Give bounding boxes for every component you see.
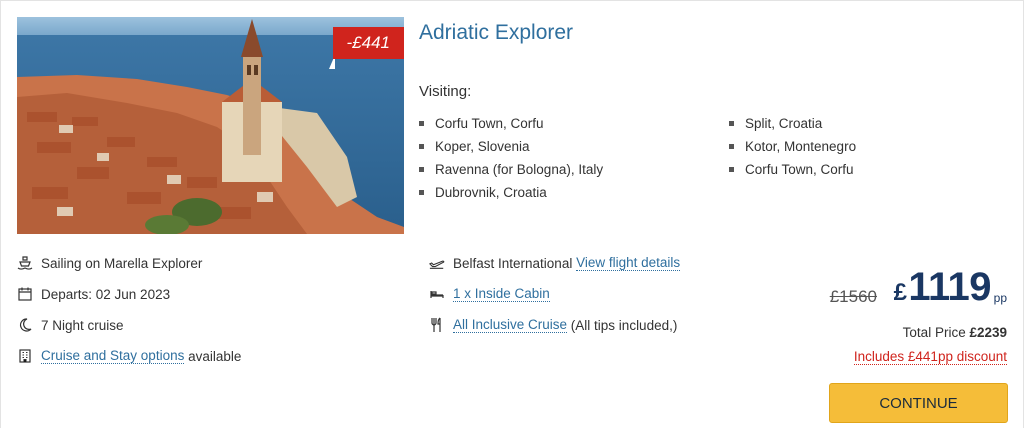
total-value: £2239 [969, 325, 1007, 340]
port-item: Corfu Town, Corfu [729, 161, 979, 178]
ship-name: Sailing on Marella Explorer [41, 255, 203, 271]
total-label: Total Price [902, 325, 970, 340]
duration-row: 7 Night cruise [17, 315, 241, 335]
all-inclusive-link[interactable]: All Inclusive Cruise [453, 317, 568, 333]
port-name: Ravenna (for Bologna), Italy [435, 162, 604, 177]
discount-note-link[interactable]: Includes £441pp discount [853, 349, 1007, 365]
board-row: All Inclusive Cruise (All tips included,… [429, 315, 680, 335]
departure-date: Departs: 02 Jun 2023 [41, 286, 171, 302]
cruise-duration: 7 Night cruise [41, 317, 124, 333]
stay-suffix: available [184, 348, 242, 364]
moon-icon [17, 317, 33, 333]
cabin-link[interactable]: 1 x Inside Cabin [453, 286, 550, 302]
cabin-row: 1 x Inside Cabin [429, 284, 680, 304]
port-name: Kotor, Montenegro [745, 139, 857, 154]
ports-list: Corfu Town, Corfu Split, Croatia Koper, … [419, 115, 979, 201]
bullet-icon [419, 190, 424, 195]
calendar-icon [17, 286, 33, 302]
port-name: Dubrovnik, Croatia [435, 185, 547, 200]
port-name: Split, Croatia [745, 116, 823, 131]
port-item: Kotor, Montenegro [729, 138, 979, 155]
ship-row: Sailing on Marella Explorer [17, 253, 241, 273]
flight-row: Belfast International View flight detail… [429, 253, 681, 273]
port-item: Split, Croatia [729, 115, 979, 132]
departure-airport: Belfast International [453, 255, 573, 271]
port-item: Ravenna (for Bologna), Italy [419, 161, 729, 178]
stay-row: Cruise and Stay options available [17, 346, 241, 366]
bed-icon [429, 286, 445, 302]
continue-button[interactable]: CONTINUE [829, 383, 1008, 423]
port-item: Dubrovnik, Croatia [419, 184, 729, 201]
bullet-icon [729, 144, 734, 149]
port-name: Corfu Town, Corfu [745, 162, 854, 177]
current-price: £1119 [893, 265, 992, 310]
currency-symbol: £ [893, 279, 907, 306]
cruise-photo[interactable]: -£441 [17, 17, 404, 234]
port-name: Corfu Town, Corfu [435, 116, 544, 131]
bullet-icon [419, 144, 424, 149]
bullet-icon [729, 167, 734, 172]
bullet-icon [419, 167, 424, 172]
travel-details: Belfast International View flight detail… [429, 253, 681, 346]
bullet-icon [729, 121, 734, 126]
cruise-title[interactable]: Adriatic Explorer [419, 21, 573, 45]
departs-row: Departs: 02 Jun 2023 [17, 284, 241, 304]
cruise-result-card: -£441 Adriatic Explorer Visiting: Corfu … [0, 0, 1024, 428]
plane-departure-icon [429, 255, 445, 271]
price-amount: 1119 [908, 265, 991, 309]
visiting-label: Visiting: [419, 83, 472, 100]
building-icon [17, 348, 33, 364]
ship-icon [17, 255, 33, 271]
port-item: Koper, Slovenia [419, 138, 729, 155]
discount-badge: -£441 [332, 27, 404, 59]
cutlery-icon [429, 317, 445, 333]
port-name: Koper, Slovenia [435, 139, 530, 154]
view-flight-details-link[interactable]: View flight details [576, 255, 681, 271]
board-suffix: (All tips included,) [567, 317, 678, 333]
original-price: £1560 [829, 287, 877, 306]
bullet-icon [419, 121, 424, 126]
cruise-details: Sailing on Marella Explorer Departs: 02 … [17, 253, 241, 377]
per-person-label: pp [993, 291, 1007, 305]
port-item: Corfu Town, Corfu [419, 115, 729, 132]
total-price: Total Price £2239 [903, 325, 1007, 340]
cruise-and-stay-link[interactable]: Cruise and Stay options [41, 348, 185, 364]
